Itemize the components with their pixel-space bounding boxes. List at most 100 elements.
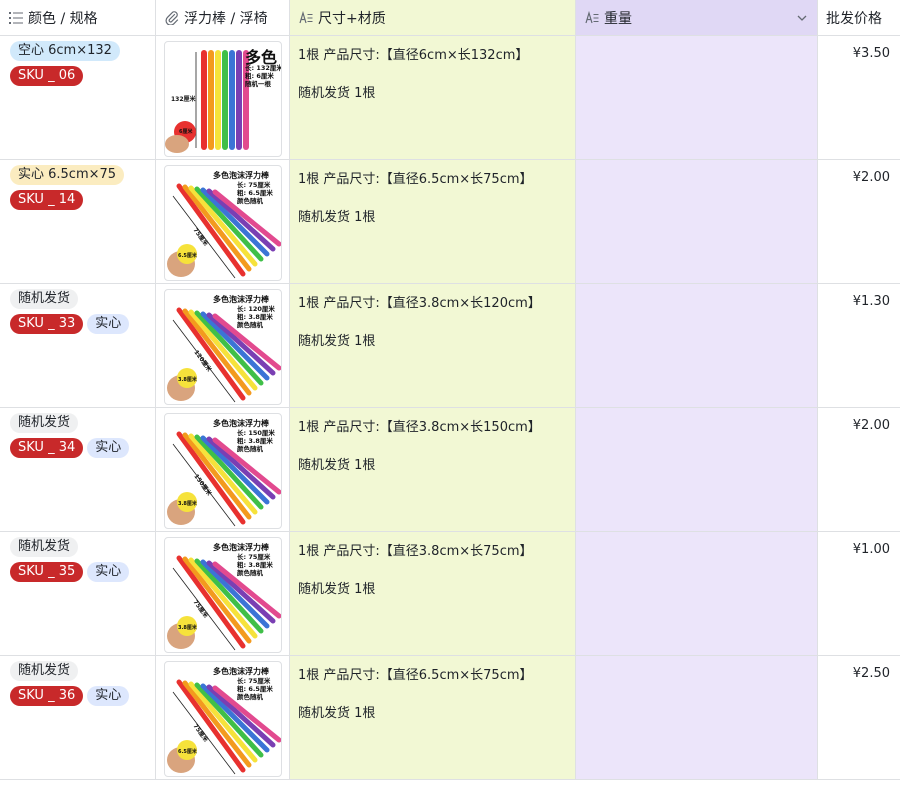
cell-size-material[interactable]: 1根 产品尺寸:【直径6.5cm×长75cm】 随机发货 1根 — [290, 160, 576, 283]
image-length-label: 132厘米 — [171, 96, 196, 103]
cell-color-spec[interactable]: 随机发货 SKU _ 35 实心 — [0, 532, 156, 655]
size-description: 1根 产品尺寸:【直径6cm×长132cm】 — [298, 48, 529, 63]
table-grid: 颜色 / 规格 浮力棒 / 浮椅 尺寸+材质 重量 批发价格 空心 6cm×13… — [0, 0, 900, 780]
chevron-down-icon[interactable] — [795, 11, 809, 25]
material-tag: 实心 — [87, 686, 130, 706]
hand — [165, 135, 189, 153]
table-row[interactable]: 随机发货 SKU _ 36 实心 多色泡沫浮力棒 长: 75厘米 粗: 6.5厘米… — [0, 656, 900, 780]
column-header-label: 重量 — [604, 10, 632, 27]
image-diameter-label: 6厘米 — [179, 129, 193, 135]
size-description: 1根 产品尺寸:【直径3.8cm×长75cm】 — [298, 544, 533, 559]
column-header-noodle-chair[interactable]: 浮力棒 / 浮椅 — [156, 0, 290, 35]
noodle-stick — [236, 50, 242, 150]
table-row[interactable]: 随机发货 SKU _ 35 实心 多色泡沫浮力棒 长: 75厘米 粗: 3.8厘米… — [0, 532, 900, 656]
shipping-note: 随机发货 1根 — [298, 582, 376, 597]
cell-size-material[interactable]: 1根 产品尺寸:【直径3.8cm×长150cm】 随机发货 1根 — [290, 408, 576, 531]
column-header-weight[interactable]: 重量 — [576, 0, 818, 35]
cell-wholesale-price[interactable]: ¥3.50 — [818, 36, 900, 159]
column-header-label: 尺寸+材质 — [318, 10, 386, 27]
price-value: ¥2.00 — [852, 170, 890, 185]
cell-size-material[interactable]: 1根 产品尺寸:【直径6.5cm×长75cm】 随机发货 1根 — [290, 656, 576, 779]
product-thumbnail[interactable]: 多色 长: 132厘米 粗: 6厘米 随机一根 132厘米 6厘米 — [164, 41, 282, 157]
cell-wholesale-price[interactable]: ¥1.00 — [818, 532, 900, 655]
image-title: 多色泡沫浮力棒 — [213, 667, 269, 676]
noodle-stick — [229, 50, 235, 150]
image-specs: 长: 75厘米 粗: 3.8厘米 颜色随机 — [237, 553, 273, 577]
cell-weight[interactable] — [576, 408, 818, 531]
image-diameter-label: 6.5厘米 — [178, 749, 197, 755]
product-thumbnail[interactable]: 多色泡沫浮力棒 长: 75厘米 粗: 6.5厘米 颜色随机 75厘米 6.5厘米 — [164, 165, 282, 281]
column-header-size-material[interactable]: 尺寸+材质 — [290, 0, 576, 35]
product-thumbnail[interactable]: 多色泡沫浮力棒 长: 150厘米 粗: 3.8厘米 颜色随机 150厘米 3.8厘米 — [164, 413, 282, 529]
cell-wholesale-price[interactable]: ¥1.30 — [818, 284, 900, 407]
shipping-note: 随机发货 1根 — [298, 334, 376, 349]
material-tag: 实心 — [87, 562, 130, 582]
table-row[interactable]: 随机发货 SKU _ 33 实心 多色泡沫浮力棒 长: 120厘米 粗: 3.8厘… — [0, 284, 900, 408]
cell-product-image[interactable]: 多色泡沫浮力棒 长: 75厘米 粗: 6.5厘米 颜色随机 75厘米 6.5厘米 — [156, 656, 290, 779]
cell-size-material[interactable]: 1根 产品尺寸:【直径3.8cm×长75cm】 随机发货 1根 — [290, 532, 576, 655]
sku-tag: SKU _ 35 — [10, 562, 84, 582]
size-description: 1根 产品尺寸:【直径6.5cm×长75cm】 — [298, 668, 533, 683]
image-title: 多色泡沫浮力棒 — [213, 543, 269, 552]
size-description: 1根 产品尺寸:【直径6.5cm×长75cm】 — [298, 172, 533, 187]
column-header-label: 批发价格 — [826, 10, 882, 27]
image-specs: 长: 75厘米 粗: 6.5厘米 颜色随机 — [237, 677, 273, 701]
spec-tag: 随机发货 — [10, 289, 79, 309]
price-value: ¥1.30 — [852, 294, 890, 309]
cell-product-image[interactable]: 多色泡沫浮力棒 长: 150厘米 粗: 3.8厘米 颜色随机 150厘米 3.8厘米 — [156, 408, 290, 531]
column-header-wholesale-price[interactable]: 批发价格 — [818, 0, 900, 35]
image-diameter-label: 3.8厘米 — [178, 377, 197, 383]
product-thumbnail[interactable]: 多色泡沫浮力棒 长: 75厘米 粗: 3.8厘米 颜色随机 75厘米 3.8厘米 — [164, 537, 282, 653]
cell-weight[interactable] — [576, 36, 818, 159]
shipping-note: 随机发货 1根 — [298, 458, 376, 473]
column-header-color-spec[interactable]: 颜色 / 规格 — [0, 0, 156, 35]
noodle-stick — [222, 50, 228, 150]
table-row[interactable]: 空心 6cm×132 SKU _ 06 多色 长: 132厘米 粗: 6厘米 随机… — [0, 36, 900, 160]
cell-product-image[interactable]: 多色泡沫浮力棒 长: 75厘米 粗: 6.5厘米 颜色随机 75厘米 6.5厘米 — [156, 160, 290, 283]
cell-wholesale-price[interactable]: ¥2.50 — [818, 656, 900, 779]
cell-color-spec[interactable]: 实心 6.5cm×75 SKU _ 14 — [0, 160, 156, 283]
cell-wholesale-price[interactable]: ¥2.00 — [818, 408, 900, 531]
cell-color-spec[interactable]: 随机发货 SKU _ 36 实心 — [0, 656, 156, 779]
attachment-icon — [164, 10, 180, 26]
image-title: 多色泡沫浮力棒 — [213, 295, 269, 304]
sku-tag: SKU _ 36 — [10, 686, 84, 706]
price-value: ¥2.50 — [852, 666, 890, 681]
sku-tag: SKU _ 14 — [10, 190, 84, 210]
image-diameter-label: 3.8厘米 — [178, 501, 197, 507]
material-tag: 实心 — [87, 314, 130, 334]
cell-product-image[interactable]: 多色泡沫浮力棒 长: 75厘米 粗: 3.8厘米 颜色随机 75厘米 3.8厘米 — [156, 532, 290, 655]
image-title: 多色泡沫浮力棒 — [213, 171, 269, 180]
cell-weight[interactable] — [576, 532, 818, 655]
cell-size-material[interactable]: 1根 产品尺寸:【直径3.8cm×长120cm】 随机发货 1根 — [290, 284, 576, 407]
noodle-stick — [201, 50, 207, 150]
cell-color-spec[interactable]: 随机发货 SKU _ 34 实心 — [0, 408, 156, 531]
sku-tag: SKU _ 34 — [10, 438, 84, 458]
cell-size-material[interactable]: 1根 产品尺寸:【直径6cm×长132cm】 随机发货 1根 — [290, 36, 576, 159]
spec-tag: 空心 6cm×132 — [10, 41, 120, 61]
cell-color-spec[interactable]: 空心 6cm×132 SKU _ 06 — [0, 36, 156, 159]
table-row[interactable]: 实心 6.5cm×75 SKU _ 14 多色泡沫浮力棒 长: 75厘米 粗: 6… — [0, 160, 900, 284]
image-specs: 长: 120厘米 粗: 3.8厘米 颜色随机 — [237, 305, 275, 329]
cell-color-spec[interactable]: 随机发货 SKU _ 33 实心 — [0, 284, 156, 407]
cell-product-image[interactable]: 多色 长: 132厘米 粗: 6厘米 随机一根 132厘米 6厘米 — [156, 36, 290, 159]
product-thumbnail[interactable]: 多色泡沫浮力棒 长: 75厘米 粗: 6.5厘米 颜色随机 75厘米 6.5厘米 — [164, 661, 282, 777]
table-row[interactable]: 随机发货 SKU _ 34 实心 多色泡沫浮力棒 长: 150厘米 粗: 3.8厘… — [0, 408, 900, 532]
spec-tag: 随机发货 — [10, 661, 79, 681]
spec-tag: 实心 6.5cm×75 — [10, 165, 125, 185]
text-field-icon — [584, 10, 600, 26]
shipping-note: 随机发货 1根 — [298, 706, 376, 721]
table-body: 空心 6cm×132 SKU _ 06 多色 长: 132厘米 粗: 6厘米 随机… — [0, 36, 900, 780]
product-thumbnail[interactable]: 多色泡沫浮力棒 长: 120厘米 粗: 3.8厘米 颜色随机 120厘米 3.8厘米 — [164, 289, 282, 405]
cell-product-image[interactable]: 多色泡沫浮力棒 长: 120厘米 粗: 3.8厘米 颜色随机 120厘米 3.8厘米 — [156, 284, 290, 407]
noodle-stick — [215, 50, 221, 150]
column-header-label: 浮力棒 / 浮椅 — [184, 10, 268, 27]
shipping-note: 随机发货 1根 — [298, 210, 376, 225]
cell-wholesale-price[interactable]: ¥2.00 — [818, 160, 900, 283]
cell-weight[interactable] — [576, 284, 818, 407]
image-specs: 长: 75厘米 粗: 6.5厘米 颜色随机 — [237, 181, 273, 205]
cell-weight[interactable] — [576, 656, 818, 779]
text-field-icon — [298, 10, 314, 26]
cell-weight[interactable] — [576, 160, 818, 283]
spec-tag: 随机发货 — [10, 413, 79, 433]
